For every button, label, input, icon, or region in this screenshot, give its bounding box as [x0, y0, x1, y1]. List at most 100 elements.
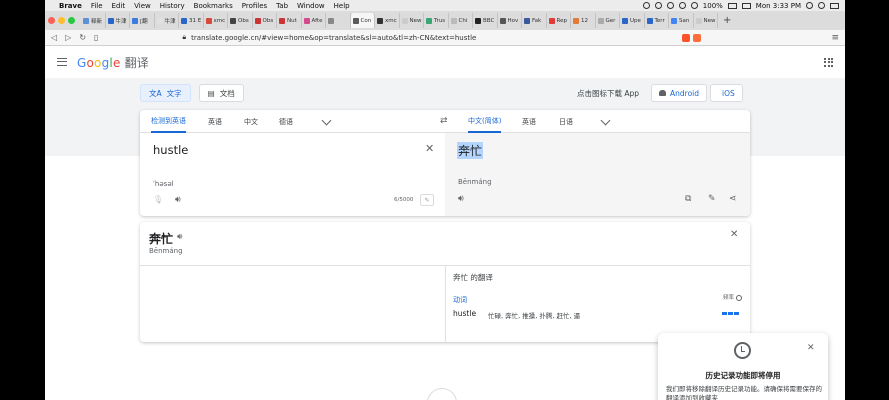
bluetooth-icon[interactable]: [666, 2, 674, 9]
microphone-icon[interactable]: 🎙︎: [153, 195, 163, 204]
help-icon[interactable]: [736, 294, 743, 301]
favicon-icon: [622, 17, 628, 24]
close-dictionary-icon[interactable]: ✕: [730, 229, 738, 240]
browser-tab[interactable]: New Tab: [400, 13, 424, 28]
target-lang-english[interactable]: 英语: [522, 110, 536, 133]
menu-help[interactable]: Help: [334, 2, 350, 10]
browser-tab[interactable]: Hov: [498, 13, 522, 28]
back-icon[interactable]: ◁: [51, 33, 57, 42]
browser-tab[interactable]: Con: [350, 13, 375, 28]
browser-tab[interactable]: Trus: [424, 13, 449, 28]
brave-shields-icon[interactable]: [682, 33, 691, 42]
status-icon[interactable]: [642, 2, 650, 9]
browser-tab[interactable]: New Tab: [694, 13, 718, 28]
ios-button[interactable]: iOS: [710, 84, 743, 102]
wifi-icon[interactable]: [678, 2, 686, 9]
favicon-icon: [450, 17, 457, 24]
browser-tab[interactable]: Fak: [522, 13, 547, 28]
browser-tab[interactable]: San: [669, 13, 694, 28]
source-input[interactable]: hustle: [153, 143, 188, 157]
target-lang-chinese[interactable]: 中文(简体): [468, 110, 502, 133]
copy-icon[interactable]: ⧉: [685, 194, 691, 204]
minimize-window-icon[interactable]: [58, 17, 65, 24]
spotlight-icon[interactable]: [806, 2, 813, 9]
reload-icon[interactable]: ↻: [79, 33, 86, 42]
browser-tab[interactable]: Chi: [449, 13, 473, 28]
browser-tab[interactable]: 牛津: [106, 13, 130, 28]
browser-tab[interactable]: 牛津: [155, 13, 179, 28]
menu-bookmarks[interactable]: Bookmarks: [194, 2, 233, 10]
frequency-bar: [722, 312, 739, 315]
menu-view[interactable]: View: [134, 2, 151, 10]
favicon-icon: [254, 17, 261, 24]
browser-tab[interactable]: [翻: [130, 13, 155, 28]
dictionary-term[interactable]: hustle: [453, 309, 476, 318]
google-translate-logo[interactable]: Google 翻译: [77, 54, 149, 71]
browser-tab[interactable]: [326, 13, 351, 28]
menu-file[interactable]: File: [91, 2, 103, 10]
menu-profiles[interactable]: Profiles: [242, 2, 267, 10]
source-lang-german[interactable]: 德语: [279, 110, 293, 133]
source-speaker-icon[interactable]: 🔊︎: [175, 195, 181, 205]
translation-output[interactable]: 奔忙: [457, 142, 484, 159]
siri-icon[interactable]: [818, 2, 825, 9]
zoom-window-icon[interactable]: [68, 17, 75, 24]
feedback-button[interactable]: [427, 388, 457, 400]
browser-tab[interactable]: Upe: [620, 13, 645, 28]
menu-history[interactable]: History: [160, 2, 185, 10]
browser-menu-icon[interactable]: ≡: [831, 33, 839, 43]
main-menu-icon[interactable]: [57, 58, 67, 66]
volume-icon[interactable]: [690, 2, 698, 9]
docs-mode-button[interactable]: ▤ 文档: [198, 84, 244, 102]
swap-languages-icon[interactable]: ⇄: [440, 116, 448, 126]
browser-tab[interactable]: xmc: [375, 13, 400, 28]
browser-tab[interactable]: Afte: [302, 13, 326, 28]
browser-tab[interactable]: Nut: [277, 13, 302, 28]
close-window-icon[interactable]: [48, 17, 55, 24]
address-bar[interactable]: 🔒︎ translate.google.cn/#view=home&op=tra…: [182, 33, 476, 42]
url-text[interactable]: translate.google.cn/#view=home&op=transl…: [191, 34, 476, 42]
browser-tab[interactable]: Rep: [547, 13, 571, 28]
timemachine-icon[interactable]: [654, 2, 662, 9]
menu-tab[interactable]: Tab: [276, 2, 288, 10]
browser-tab[interactable]: BBC: [473, 13, 498, 28]
target-lang-more-icon[interactable]: [600, 115, 611, 126]
menu-window[interactable]: Window: [297, 2, 325, 10]
tab-label: Fak: [532, 17, 542, 24]
battery-icon[interactable]: [727, 2, 737, 9]
forward-icon[interactable]: ▷: [65, 33, 71, 42]
dictionary-speaker-icon[interactable]: 🔊︎: [177, 232, 182, 242]
new-tab-button[interactable]: +: [723, 15, 731, 26]
edit-icon[interactable]: ✎: [708, 194, 716, 204]
display-icon[interactable]: [741, 2, 751, 9]
browser-tab[interactable]: Obs: [253, 13, 277, 28]
close-popup-icon[interactable]: ✕: [807, 343, 815, 353]
share-icon[interactable]: ⋖: [729, 194, 737, 204]
source-lang-more-icon[interactable]: [321, 115, 332, 126]
language-bar: 检测到英语 英语 中文 德语 ⇄ 中文(简体) 英语 日语: [140, 110, 750, 133]
browser-tab[interactable]: Ger: [596, 13, 620, 28]
browser-tab[interactable]: 释新: [81, 13, 106, 28]
app-menu[interactable]: Brave: [59, 2, 82, 10]
target-lang-japanese[interactable]: 日语: [559, 110, 573, 133]
browser-tab[interactable]: 12: [571, 13, 596, 28]
notification-center-icon[interactable]: [830, 2, 839, 9]
source-lang-chinese[interactable]: 中文: [244, 110, 258, 133]
browser-tab[interactable]: Terr: [645, 13, 669, 28]
brave-rewards-icon[interactable]: [693, 33, 702, 42]
clear-source-icon[interactable]: ✕: [425, 142, 434, 155]
target-speaker-icon[interactable]: 🔊︎: [458, 194, 464, 204]
bookmark-icon[interactable]: ▯: [94, 33, 98, 42]
text-mode-button[interactable]: 文A 文字: [140, 84, 191, 102]
clock[interactable]: Mon 3:33 PM: [756, 2, 801, 10]
screen: Brave File Edit View History Bookmarks P…: [45, 0, 845, 400]
menu-edit[interactable]: Edit: [112, 2, 126, 10]
browser-tab[interactable]: Obs: [228, 13, 253, 28]
source-lang-english[interactable]: 英语: [208, 110, 222, 133]
source-lang-detected[interactable]: 检测到英语: [151, 110, 186, 133]
apps-grid-icon[interactable]: [824, 57, 833, 67]
browser-tab[interactable]: 31 E: [179, 13, 204, 28]
browser-tab[interactable]: xmc: [204, 13, 228, 28]
handwriting-icon[interactable]: ✎: [420, 194, 434, 206]
android-button[interactable]: Android: [651, 84, 707, 102]
